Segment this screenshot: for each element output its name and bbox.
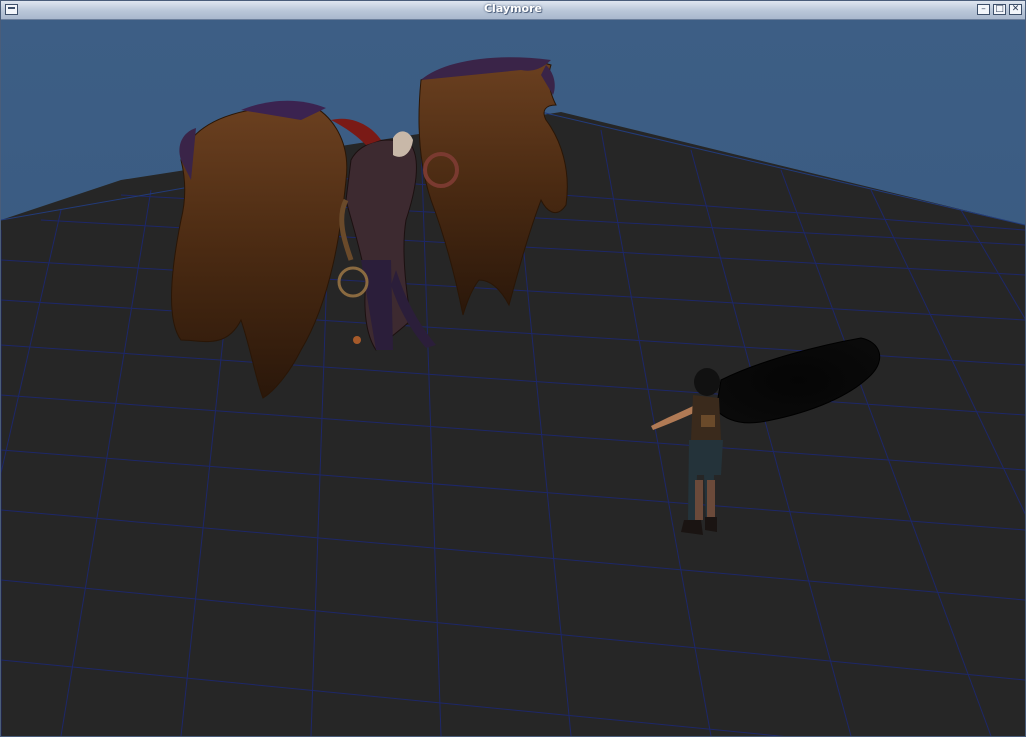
title-bar[interactable]: Claymore – □ ✕ <box>1 1 1025 20</box>
window-title: Claymore <box>483 2 542 15</box>
application-window: Claymore – □ ✕ <box>0 0 1026 737</box>
maximize-button[interactable]: □ <box>993 4 1006 15</box>
close-button[interactable]: ✕ <box>1009 4 1022 15</box>
character-hair <box>694 368 720 396</box>
scene-canvas[interactable] <box>1 20 1025 736</box>
minimize-button[interactable]: – <box>977 4 990 15</box>
3d-viewport[interactable] <box>1 20 1025 736</box>
